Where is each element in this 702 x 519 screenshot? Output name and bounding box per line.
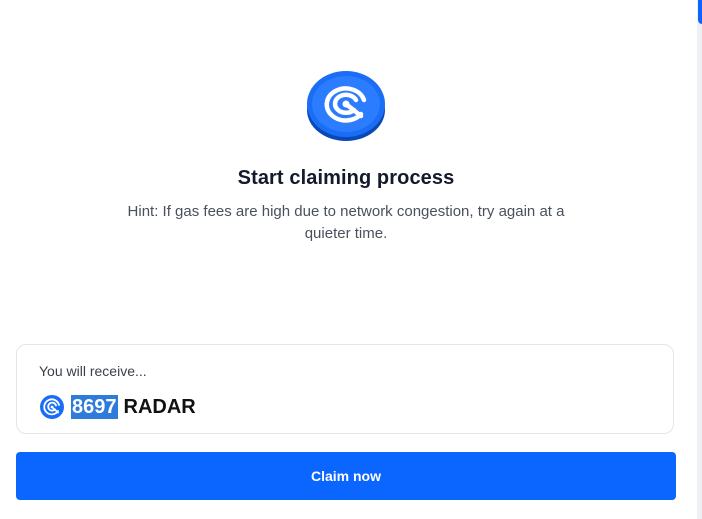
- claim-page: Start claiming process Hint: If gas fees…: [0, 0, 702, 519]
- receive-card: You will receive... 8697 RADAR: [16, 344, 674, 434]
- page-title: Start claiming process: [237, 167, 455, 189]
- claim-now-button[interactable]: Claim now: [16, 452, 676, 500]
- scrollbar-track[interactable]: [697, 0, 702, 519]
- hint-text: Hint: If gas fees are high due to networ…: [127, 203, 565, 242]
- token-symbol: RADAR: [123, 396, 196, 418]
- scrollbar-thumb[interactable]: [698, 0, 702, 24]
- radar-coin-icon: [307, 71, 385, 141]
- radar-token-icon: [40, 395, 64, 419]
- receive-amount[interactable]: 8697: [71, 395, 118, 419]
- receive-amount-row: 8697 RADAR: [39, 394, 196, 420]
- receive-label: You will receive...: [39, 363, 147, 379]
